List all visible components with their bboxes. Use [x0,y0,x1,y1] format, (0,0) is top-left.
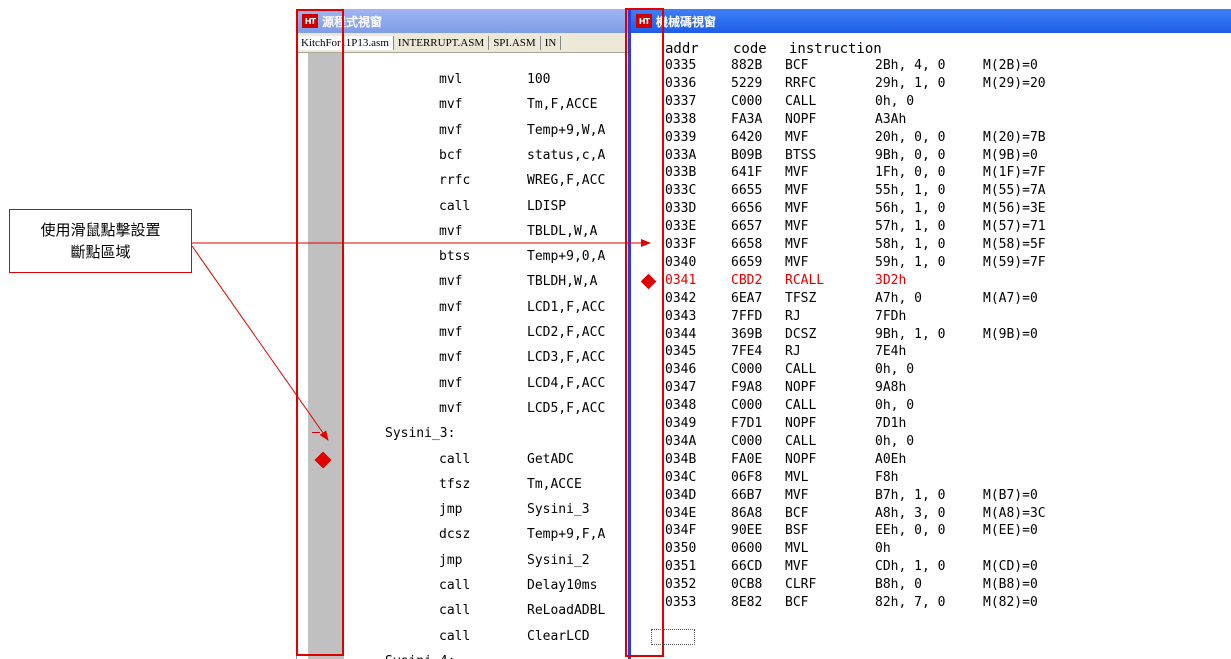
arrow-to-source-gutter [191,245,329,441]
annotation-arrows [191,239,651,441]
